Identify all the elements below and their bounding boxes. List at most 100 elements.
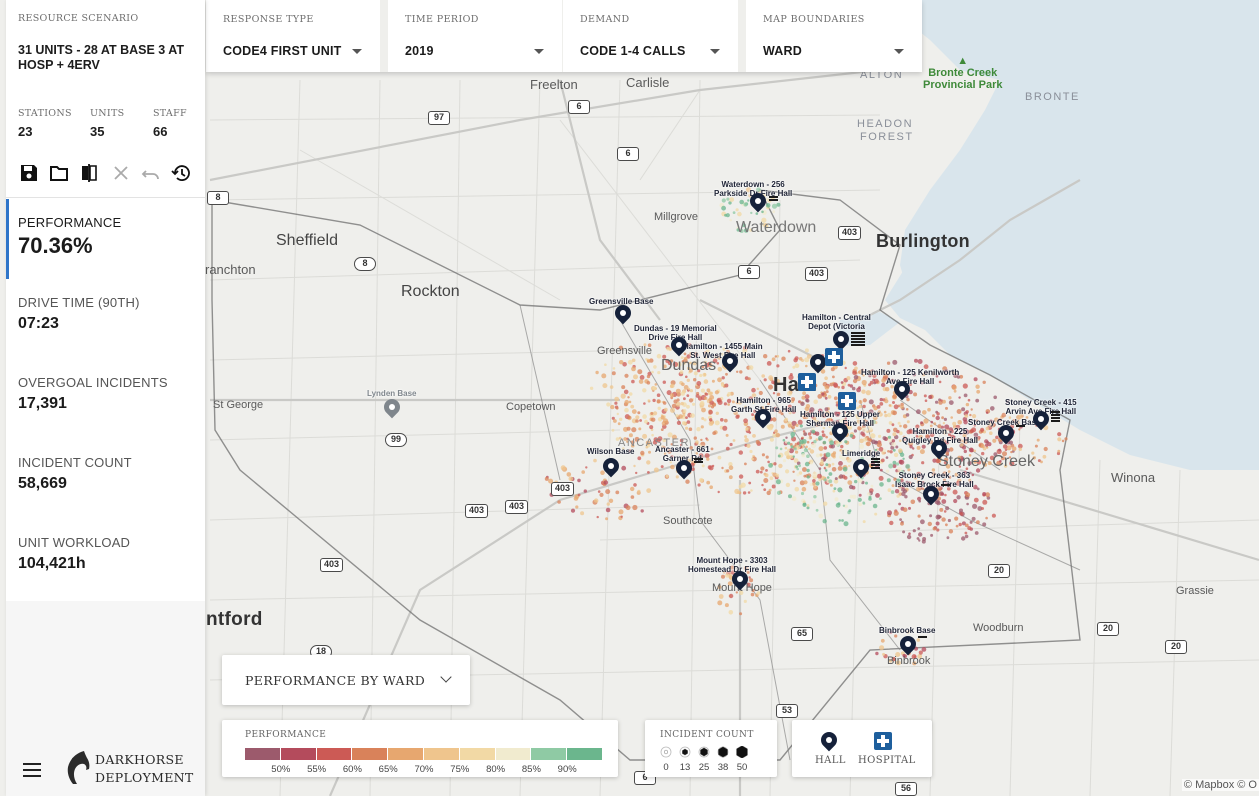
metric-unit-workload[interactable]: UNIT WORKLOAD 104,421h [6,519,205,599]
filter-caption: RESPONSE TYPE [223,14,314,25]
close-icon[interactable] [110,162,132,184]
history-icon[interactable] [170,162,192,184]
hall-marker-binbrook[interactable] [896,632,920,658]
incident-count-label: 0 [663,762,669,773]
unit-stack-icon [1016,425,1025,428]
place-label-millgrove: Millgrove [654,211,699,223]
filter-time-period[interactable]: TIME PERIOD 2019 [388,0,562,72]
performance-swatch [567,748,602,760]
hall-marker-limeridge[interactable] [849,455,873,481]
place-label-stoney-creek: Stoney Creek [938,453,1035,470]
place-label-freelton: Freelton [530,77,578,92]
filter-demand[interactable]: DEMAND CODE 1-4 CALLS [563,0,738,72]
scenario-name[interactable]: 31 UNITS - 28 AT BASE 3 AT HOSP + 4ERV [18,43,196,73]
filter-value: CODE4 FIRST UNIT [223,44,342,58]
park-label-line2: Provincial Park [923,79,1003,91]
metric-performance[interactable]: PERFORMANCE 70.36% [6,199,205,279]
performance-swatch [423,748,459,760]
filter-value: WARD [763,44,802,58]
stat-value: 66 [153,124,168,139]
performance-swatch [316,748,352,760]
filter-map-boundaries[interactable]: MAP BOUNDARIES WARD [746,0,922,72]
performance-legend: PERFORMANCE 50% 55% 60% 65% 70% 75% 80% 85% 90% [222,720,618,777]
hall-marker-greensville[interactable] [611,301,635,327]
performance-tick-label: 80% [486,764,506,775]
hospital-marker[interactable] [825,348,843,366]
metric-drive-time[interactable]: DRIVE TIME (90TH) 07:23 [6,279,205,359]
incident-count-label: 38 [717,762,729,773]
road-shield: 20 [988,564,1010,578]
performance-color-scale [245,748,603,760]
hall-marker-waterdown[interactable] [746,189,770,215]
road-shield: 8 [207,191,229,205]
place-label-st-george: St George [213,399,264,411]
hall-marker-stoney-east[interactable] [1029,407,1053,433]
filter-caption: TIME PERIOD [405,14,479,25]
performance-tick-label: 75% [450,764,470,775]
stat-value: 35 [90,124,105,139]
unit-stack-icon [851,332,865,347]
unit-stack-icon [871,458,880,470]
hall-marker-dundas[interactable] [667,333,691,359]
hall-marker-isaac-brock[interactable] [919,482,943,508]
place-label-woodburn: Woodburn [973,622,1024,634]
hall-marker-wilson[interactable] [599,454,623,480]
road-shield: 6 [617,147,639,161]
hall-marker-stoney-base[interactable] [994,421,1018,447]
hall-marker-upper-sherman[interactable] [828,419,852,445]
road-shield: 99 [385,433,407,447]
hall-marker-main-st[interactable] [718,349,742,375]
performance-swatch [245,748,280,760]
hex-size-icon [660,746,672,758]
undo-icon[interactable] [140,162,162,184]
hall-marker-garth[interactable] [751,405,775,431]
place-label-branchton: ranchton [205,262,256,277]
chevron-down-icon [534,49,544,54]
road-shield: 97 [428,111,450,125]
metric-overgoal-incidents[interactable]: OVERGOAL INCIDENTS 17,391 [6,359,205,439]
map-attribution[interactable]: © Mapbox © O [1181,779,1259,791]
unit-stack-icon [694,458,703,464]
metric-value: 58,669 [18,475,67,492]
tree-icon: ▲ [957,55,969,67]
filter-caption: MAP BOUNDARIES [763,14,865,25]
unit-stack-icon [941,484,950,487]
place-label-forest: FOREST [860,131,914,143]
road-shield: 20 [1097,622,1119,636]
hall-marker-mount-hope[interactable] [728,567,752,593]
hall-marker-ancaster[interactable] [672,456,696,482]
station-label-kenilworth: Hamilton - 125 Kenilworth Ave Fire Hall [861,368,960,386]
hall-marker-quigley[interactable] [927,436,951,462]
hospital-marker[interactable] [798,373,816,391]
hospital-marker[interactable] [838,392,856,410]
filter-response-type[interactable]: RESPONSE TYPE CODE4 FIRST UNIT [206,0,380,72]
sidebar: RESOURCE SCENARIO 31 UNITS - 28 AT BASE … [6,0,205,796]
folder-icon[interactable] [48,162,70,184]
ward-performance-selector[interactable]: PERFORMANCE BY WARD [222,655,470,705]
metric-label: DRIVE TIME (90TH) [18,295,140,310]
performance-swatch [388,748,423,760]
performance-swatch [352,748,388,760]
horse-logo-icon [67,751,90,784]
place-label-southcote: Southcote [663,515,713,527]
filter-value: 2019 [405,44,434,58]
metric-incident-count[interactable]: INCIDENT COUNT 58,669 [6,439,205,519]
hall-marker-kenilworth[interactable] [890,377,914,403]
save-icon[interactable] [18,162,40,184]
stat-label: STAFF [153,108,187,119]
stat-units: UNITS 35 [90,108,124,139]
incident-count-legend: INCIDENT COUNT 0 13 25 38 50 [645,720,777,777]
place-label-waterdown: Waterdown [736,219,817,236]
stat-label: STATIONS [18,108,72,119]
place-label-brantford: ntford [206,609,263,630]
performance-tick-label: 50% [271,764,291,775]
incident-count-label: 13 [679,762,691,773]
performance-tick-label: 70% [414,764,434,775]
menu-icon[interactable] [23,763,41,781]
road-shield: 403 [838,226,862,240]
hall-legend-label: HALL [815,755,846,766]
hall-marker-lynden[interactable] [380,395,404,421]
road-shield: 53 [776,704,798,718]
compare-icon[interactable] [78,162,100,184]
station-label-limeridge: Limeridge [842,449,881,458]
